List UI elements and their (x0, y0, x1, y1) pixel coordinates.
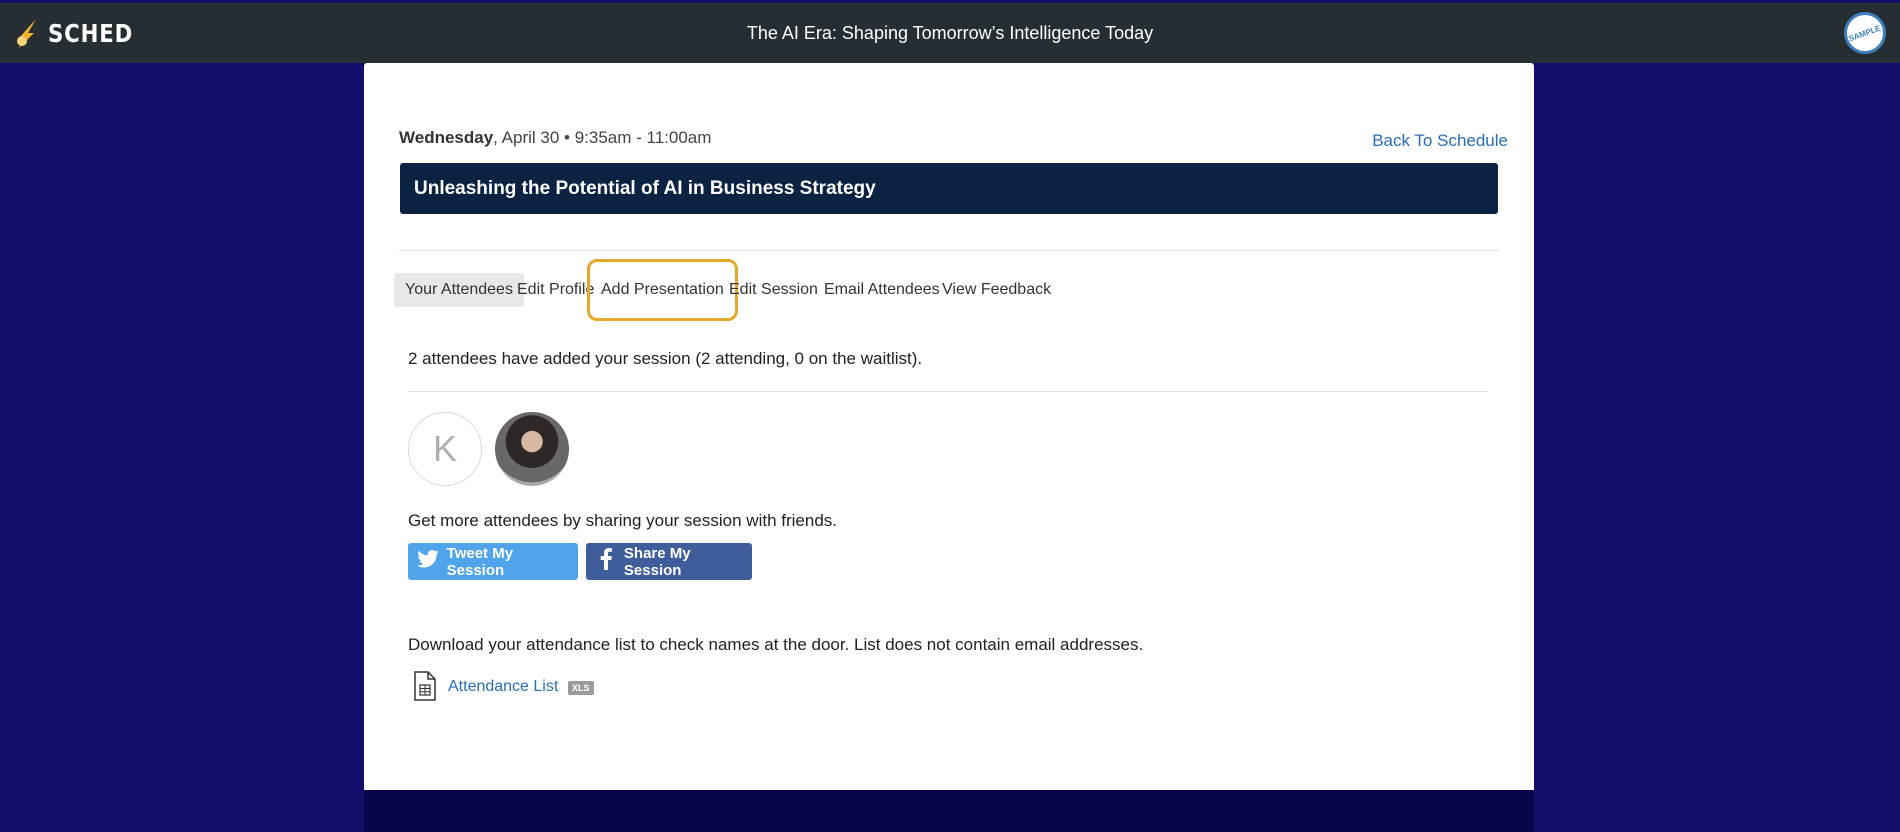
facebook-button-label: Share My Session (623, 544, 691, 579)
download-prompt: Download your attendance list to check n… (408, 635, 1144, 654)
share-prompt: Get more attendees by sharing your sessi… (408, 511, 837, 530)
tab-your-attendees[interactable]: Your Attendees (394, 273, 524, 307)
session-date-time: , April 30 • 9:35am - 11:00am (493, 128, 712, 147)
tweet-button-label: Tweet My Session (446, 544, 514, 579)
session-title-banner: Unleashing the Potential of AI in Busine… (400, 163, 1498, 214)
top-bar: SCHED The AI Era: Shaping Tomorrow’s Int… (0, 3, 1900, 63)
facebook-icon (594, 547, 618, 576)
spreadsheet-file-icon (414, 671, 436, 701)
avatar-photo[interactable] (495, 412, 569, 486)
back-to-schedule-link[interactable]: Back To Schedule (1372, 131, 1508, 151)
tweet-session-button[interactable]: Tweet My Session (408, 543, 578, 580)
badge-text: SAMPLE (1847, 23, 1883, 43)
attendance-list-link[interactable]: Attendance List (448, 678, 558, 696)
divider (408, 391, 1488, 392)
event-title: The AI Era: Shaping Tomorrow’s Intellige… (746, 23, 1154, 43)
twitter-icon (416, 549, 441, 574)
share-facebook-button[interactable]: Share My Session (586, 543, 752, 580)
avatar[interactable]: K (408, 412, 482, 486)
tab-email-attendees[interactable]: Email Attendees (813, 273, 951, 307)
sample-badge-icon: SAMPLE (1844, 12, 1886, 54)
avatar-initial: K (432, 428, 457, 469)
tab-add-presentation[interactable]: Add Presentation (587, 259, 738, 321)
session-day: Wednesday (399, 128, 494, 147)
file-type-badge: XLS (568, 681, 594, 695)
session-datetime: Wednesday, April 30 • 9:35am - 11:00am (399, 128, 711, 148)
divider (399, 250, 1499, 251)
session-title: Unleashing the Potential of AI in Busine… (414, 177, 876, 199)
attendee-summary: 2 attendees have added your session (2 a… (408, 349, 923, 368)
tab-view-feedback[interactable]: View Feedback (931, 273, 1062, 307)
session-card: Wednesday, April 30 • 9:35am - 11:00am B… (364, 63, 1534, 790)
footer (364, 790, 1534, 832)
